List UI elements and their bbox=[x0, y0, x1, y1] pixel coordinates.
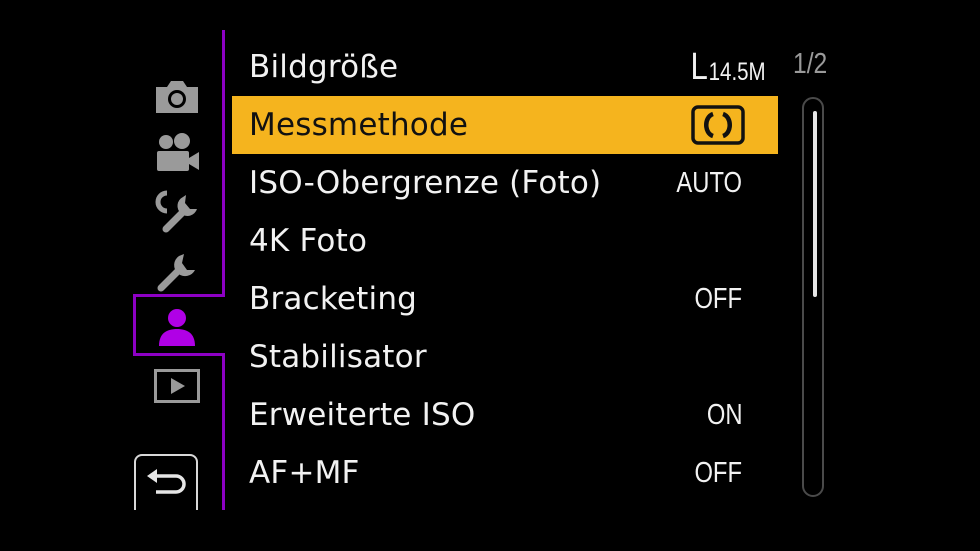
menu-item-value: ON bbox=[706, 398, 742, 431]
scrollbar-thumb[interactable] bbox=[813, 111, 817, 297]
tab-setup[interactable] bbox=[152, 248, 202, 292]
menu-item-label: Bildgröße bbox=[249, 49, 399, 85]
menu-item-value: OFF bbox=[694, 456, 742, 489]
menu-item-label: Erweiterte ISO bbox=[249, 397, 476, 433]
tab-video[interactable] bbox=[152, 131, 202, 175]
back-button[interactable] bbox=[134, 454, 198, 510]
custom-wrench-icon bbox=[155, 190, 197, 233]
image-size-megapixels: 14.5M bbox=[709, 58, 766, 86]
menu-item-4k-foto[interactable]: 4K Foto bbox=[232, 212, 778, 270]
menu-item-value: OFF bbox=[694, 282, 742, 315]
wrench-icon bbox=[157, 254, 195, 292]
return-arrow-icon bbox=[147, 469, 186, 494]
menu-item-label: Bracketing bbox=[249, 281, 418, 317]
image-size-value: L 14.5M bbox=[691, 48, 766, 86]
menu-item-erweiterte-iso[interactable]: Erweiterte ISO ON bbox=[232, 386, 778, 444]
scrollbar[interactable] bbox=[802, 97, 824, 497]
video-camera-icon bbox=[157, 133, 199, 171]
tab-photo[interactable] bbox=[152, 75, 202, 119]
menu-item-value: AUTO bbox=[676, 166, 742, 199]
person-icon bbox=[159, 309, 195, 346]
playback-icon bbox=[154, 369, 200, 403]
page-indicator: 1/2 bbox=[793, 48, 828, 80]
menu-item-messmethode[interactable]: Messmethode bbox=[232, 96, 778, 154]
menu-item-label: AF+MF bbox=[249, 455, 360, 491]
tab-rail-line-bottom bbox=[222, 356, 225, 510]
menu-item-label: Messmethode bbox=[249, 107, 469, 143]
camera-icon bbox=[156, 81, 198, 113]
image-size-letter: L bbox=[690, 46, 709, 88]
menu-item-stabilisator[interactable]: Stabilisator bbox=[232, 328, 778, 386]
center-weighted-metering-icon bbox=[691, 105, 745, 145]
tab-my-menu[interactable] bbox=[152, 305, 202, 349]
tab-custom[interactable] bbox=[152, 189, 202, 233]
menu-item-label: Stabilisator bbox=[249, 339, 427, 375]
menu-item-af-mf[interactable]: AF+MF OFF bbox=[232, 444, 778, 502]
tab-rail-line-top bbox=[222, 30, 225, 296]
menu-list: Bildgröße L 14.5M Messmethode ISO-Obergr… bbox=[232, 38, 778, 502]
menu-item-label: 4K Foto bbox=[249, 223, 368, 259]
menu-item-iso-obergrenze[interactable]: ISO-Obergrenze (Foto) AUTO bbox=[232, 154, 778, 212]
tab-playback[interactable] bbox=[152, 364, 202, 408]
menu-item-bracketing[interactable]: Bracketing OFF bbox=[232, 270, 778, 328]
menu-item-bildgroesse[interactable]: Bildgröße L 14.5M bbox=[232, 38, 778, 96]
menu-item-label: ISO-Obergrenze (Foto) bbox=[249, 165, 602, 201]
